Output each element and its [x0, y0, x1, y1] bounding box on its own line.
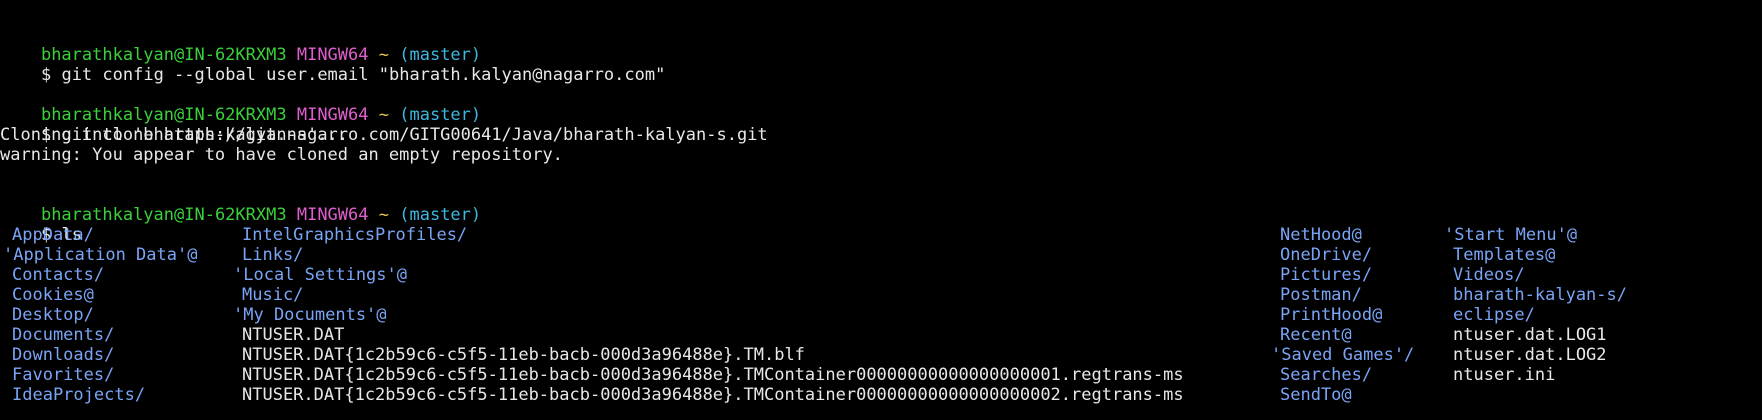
- ls-entry: AppData/: [12, 225, 94, 245]
- command-text: git config --global user.email "bharath.…: [61, 65, 666, 85]
- output-line: warning: You appear to have cloned an em…: [0, 145, 563, 165]
- ls-entry: Links/: [242, 245, 304, 265]
- prompt-line: bharathkalyan@IN-62KRXM3 MINGW64 ~ (mast…: [0, 85, 481, 125]
- ls-entry: Videos/: [1453, 265, 1525, 285]
- ls-entry: Postman/: [1280, 285, 1362, 305]
- ls-entry: OneDrive/: [1280, 245, 1373, 265]
- ls-entry: Contacts/: [12, 265, 105, 285]
- ls-entry: Searches/: [1280, 365, 1373, 385]
- prompt-env: MINGW64: [296, 205, 369, 225]
- ls-entry: 'Start Menu'@: [1444, 225, 1578, 245]
- ls-entry: ntuser.dat.LOG2: [1453, 345, 1607, 365]
- prompt-line: bharathkalyan@IN-62KRXM3 MINGW64 ~ (mast…: [0, 25, 481, 65]
- ls-entry: NetHood@: [1280, 225, 1362, 245]
- output-line: Cloning into 'bharath-kalyan-s'...: [0, 125, 348, 145]
- ls-entry: bharath-kalyan-s/: [1453, 285, 1627, 305]
- prompt-line: bharathkalyan@IN-62KRXM3 MINGW64 ~ (mast…: [0, 185, 481, 225]
- ls-entry: Templates@: [1453, 245, 1556, 265]
- ls-entry: 'Local Settings'@: [233, 265, 407, 285]
- terminal-window[interactable]: bharathkalyan@IN-62KRXM3 MINGW64 ~ (mast…: [0, 0, 1762, 420]
- ls-entry: eclipse/: [1453, 305, 1535, 325]
- ls-entry: Documents/: [12, 325, 115, 345]
- ls-entry: Downloads/: [12, 345, 115, 365]
- ls-entry: 'Application Data'@: [3, 245, 198, 265]
- command-line: $ ls: [0, 205, 82, 245]
- prompt-branch: (master): [399, 205, 482, 225]
- ls-entry: Desktop/: [12, 305, 94, 325]
- ls-entry: SendTo@: [1280, 385, 1352, 405]
- ls-entry: Cookies@: [12, 285, 94, 305]
- ls-entry: NTUSER.DAT: [242, 325, 345, 345]
- ls-entry: NTUSER.DAT{1c2b59c6-c5f5-11eb-bacb-000d3…: [242, 345, 805, 365]
- ls-entry: 'My Documents'@: [233, 305, 387, 325]
- ls-entry: Recent@: [1280, 325, 1352, 345]
- ls-entry: ntuser.ini: [1453, 365, 1556, 385]
- prompt-path: ~: [378, 205, 389, 225]
- ls-entry: ntuser.dat.LOG1: [1453, 325, 1607, 345]
- ls-entry: IntelGraphicsProfiles/: [242, 225, 468, 245]
- command-line: $ git clone https://git.nagarro.com/GITG…: [0, 105, 768, 145]
- prompt-symbol: $: [40, 65, 52, 85]
- ls-entry: NTUSER.DAT{1c2b59c6-c5f5-11eb-bacb-000d3…: [242, 385, 1184, 405]
- ls-entry: Pictures/: [1280, 265, 1373, 285]
- command-line: $ git config --global user.email "bharat…: [0, 45, 665, 85]
- ls-entry: Music/: [242, 285, 304, 305]
- ls-entry: PrintHood@: [1280, 305, 1383, 325]
- ls-entry: NTUSER.DAT{1c2b59c6-c5f5-11eb-bacb-000d3…: [242, 365, 1184, 385]
- ls-entry: Favorites/: [12, 365, 115, 385]
- ls-entry: IdeaProjects/: [12, 385, 146, 405]
- ls-entry: 'Saved Games'/: [1271, 345, 1415, 365]
